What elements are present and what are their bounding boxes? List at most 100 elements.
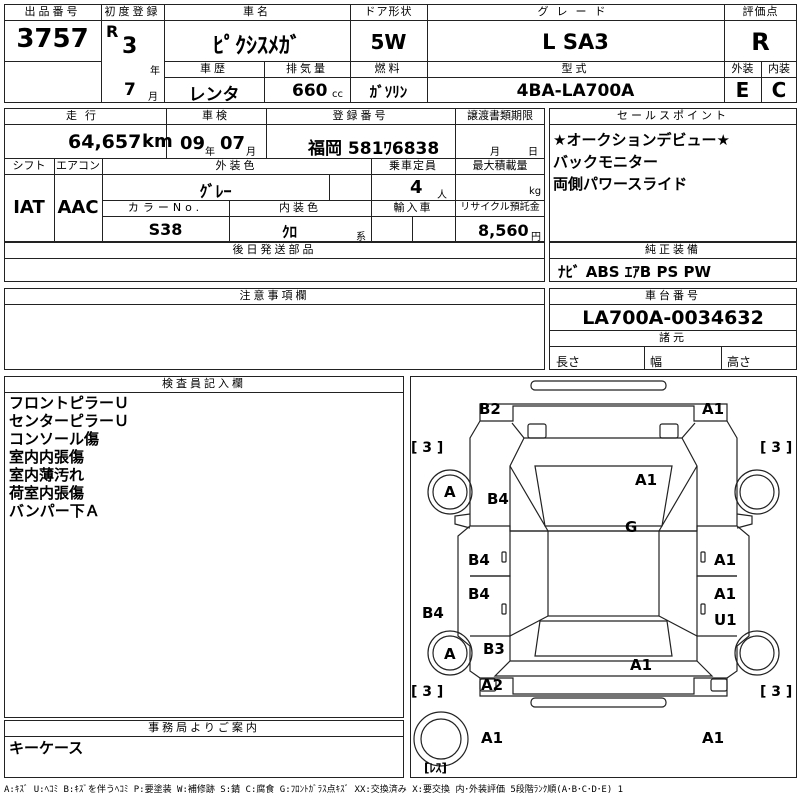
max-load-label: 最大積載量 (472, 159, 528, 172)
fuel-label: 燃料 (374, 62, 403, 75)
tire-depth-rear-right: [ 3 ] (760, 684, 793, 700)
damage-rear-right-door: A1 (714, 585, 737, 603)
registration-number: 福岡 581ﾜ6838 (308, 139, 440, 159)
transfer-deadline-label: 譲渡書類期限 (467, 109, 533, 122)
damage-front-right-door: A1 (714, 551, 737, 569)
registration-number-label: 登録番号 (332, 109, 389, 122)
damage-front-left-fender: B4 (487, 490, 509, 508)
model-code-label: 型式 (561, 62, 590, 75)
overall-score: R (751, 28, 770, 56)
height-label: 高さ (727, 355, 752, 369)
transfer-month-unit: 月 (490, 147, 500, 158)
shift-type: IAT (13, 197, 45, 218)
legend: A:ｷｽﾞ U:ﾍｺﾐ B:ｷｽﾞを伴うﾍｺﾐ P:要塗装 W:補修跡 S:錆 … (4, 785, 624, 795)
damage-roof: G (625, 518, 638, 536)
tire-depth-rear-left: [ 3 ] (411, 684, 444, 700)
transfer-day-unit: 日 (528, 147, 538, 158)
interior-grade-label: 内装 (768, 62, 790, 75)
damage-left-sill: B4 (422, 604, 444, 622)
door-type: 5W (370, 30, 407, 54)
inspector-note-5: 室内薄汚れ (9, 466, 85, 484)
lot-number-label: 出品番号 (24, 5, 81, 18)
passenger-capacity: 4 (410, 177, 423, 198)
car-name-label: 車名 (243, 5, 271, 18)
later-parts-label: 後日発送部品 (232, 243, 317, 256)
displacement-unit: cc (332, 89, 343, 100)
aircon-label: エアコン (56, 159, 100, 172)
spec-label: 諸元 (659, 331, 687, 344)
damage-rear-right-door-2: U1 (714, 611, 737, 629)
tire-depth-front-right: [ 3 ] (760, 440, 793, 456)
inspector-label: 検査員記入欄 (162, 377, 246, 390)
damage-rear-hatch: A1 (630, 656, 653, 674)
selling-points-label: セールスポイント (617, 109, 729, 122)
damage-front-left-wheel: A (444, 483, 456, 501)
mileage-label: 走行 (66, 109, 104, 122)
office-note: キーケース (9, 739, 84, 757)
recycle-fee-label: リサイクル預託金 (460, 202, 540, 213)
equipment-list: ﾅﾋﾞ ABS ｴｱB PS PW (558, 263, 712, 281)
import-car-label: 輸入車 (393, 201, 433, 214)
damage-front-left-door: B4 (468, 551, 490, 569)
displacement: 660 (292, 81, 328, 101)
exterior-grade-label: 外装 (731, 62, 754, 75)
damage-rear-left-quarter: B3 (483, 640, 505, 658)
inspector-note-4: 室内内張傷 (9, 448, 85, 466)
selling-point-3: 両側パワースライド (553, 175, 688, 193)
damage-hood: A1 (635, 471, 658, 489)
era-letter: R (106, 22, 119, 41)
damage-front-bumper-left: B2 (479, 400, 501, 418)
inspection-month-unit: 月 (246, 147, 256, 158)
inspector-note-6: 荷室内張傷 (9, 484, 85, 502)
max-load-unit: kg (529, 186, 542, 197)
recycle-fee: 8,560 (478, 221, 529, 240)
damage-rear-left-corner: A2 (481, 676, 504, 694)
aircon-type: AAC (57, 197, 99, 218)
inspector-note-1: フロントピラーＵ (9, 394, 130, 412)
office-label: 事務局よりご案内 (148, 721, 260, 734)
score-label: 評価点 (742, 5, 779, 18)
inspector-note-7: バンパー下Ａ (9, 502, 100, 520)
inspection-year-unit: 年 (205, 147, 215, 158)
inspection-year: 09 (180, 133, 206, 154)
door-type-label: ドア形状 (364, 5, 413, 18)
registration-year: 3 (122, 34, 138, 59)
grade-label: グレード (537, 5, 614, 18)
inspector-note-3: コンソール傷 (9, 430, 100, 448)
shift-label: シフト (12, 159, 46, 172)
displacement-label: 排気量 (286, 62, 328, 75)
mileage: 64,657 (68, 131, 142, 153)
exterior-grade: E (735, 78, 750, 102)
equipment-label: 純正装備 (645, 243, 701, 256)
vehicle-history: レンタ (188, 85, 240, 105)
capacity-label: 乗車定員 (389, 159, 437, 172)
notes-label: 注意事項欄 (239, 289, 310, 302)
first-registration-label: 初度登録 (104, 5, 161, 18)
width-label: 幅 (650, 355, 663, 369)
chassis-number: LA700A-0034632 (582, 307, 764, 329)
interior-color-label: 内装色 (279, 201, 321, 214)
lot-number: 3757 (16, 24, 89, 54)
grade: L SA3 (542, 30, 609, 54)
fuel-type: ｶﾞｿﾘﾝ (369, 83, 408, 101)
selling-point-2: バックモニター (553, 153, 659, 171)
damage-rear-left-door: B4 (468, 585, 490, 603)
inspector-note-2: センターピラーＵ (9, 412, 130, 430)
color-number: S38 (148, 220, 183, 239)
damage-rear-bumper-right: A1 (702, 729, 725, 747)
car-name: ﾋﾟｸｼｽﾒｶﾞ (212, 34, 301, 59)
inspection-label: 車検 (202, 109, 230, 122)
recycle-fee-unit: 円 (531, 232, 541, 243)
car-diagram (413, 380, 780, 767)
length-label: 長さ (556, 355, 581, 369)
interior-color-unit: 系 (356, 232, 366, 243)
mileage-unit: km (142, 131, 173, 152)
registration-month: 7 (124, 80, 136, 100)
history-label: 車歴 (200, 62, 228, 75)
spare-tire-label: [ﾚｽ] (424, 761, 447, 775)
damage-rear-bumper-left: A1 (481, 729, 504, 747)
damage-front-bumper-right: A1 (702, 400, 725, 418)
model-code: 4BA-LA700A (516, 81, 635, 101)
color-number-label: カラーNo. (127, 201, 204, 214)
capacity-unit: 人 (437, 190, 447, 201)
